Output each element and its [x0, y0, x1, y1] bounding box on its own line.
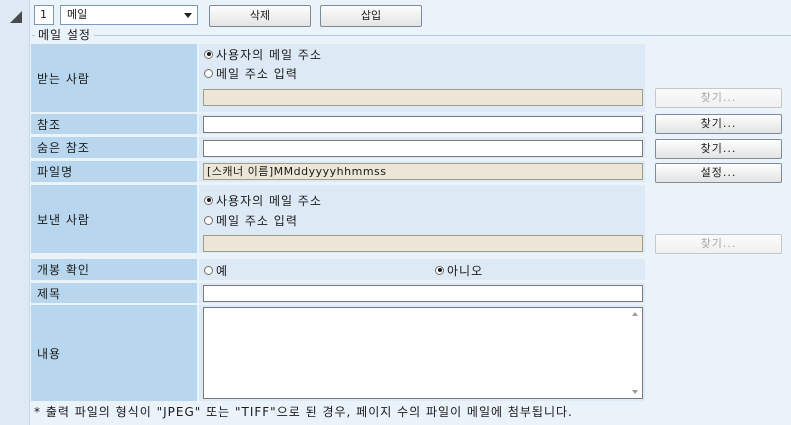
- bcc-label: 숨은 참조: [31, 137, 197, 158]
- from-option-user[interactable]: 사용자의 메일 주소: [204, 191, 322, 209]
- footnote: * 출력 파일의 형식이 "JPEG" 또는 "TIFF"으로 된 경우, 페이…: [34, 405, 573, 419]
- from-label: 보낸 사람: [31, 185, 197, 253]
- left-gutter: [0, 0, 30, 425]
- to-radio-user[interactable]: [204, 49, 213, 59]
- filename-settings-button[interactable]: 설정...: [655, 163, 782, 183]
- group-title: 메일 설정: [35, 28, 94, 42]
- to-address-value: [204, 91, 207, 104]
- read-receipt-radio-yes[interactable]: [204, 265, 213, 275]
- destination-select-value: 메일: [67, 8, 88, 21]
- read-receipt-yes-label: 예: [216, 263, 229, 278]
- gutter-divider: [29, 0, 30, 425]
- read-receipt-label: 개봉 확인: [31, 259, 197, 280]
- to-option-user[interactable]: 사용자의 메일 주소: [204, 45, 322, 63]
- cc-value: [204, 118, 207, 131]
- cc-input[interactable]: [203, 116, 643, 133]
- body-label: 내용: [31, 305, 197, 401]
- filename-value: [스캐너 이름]MMddyyyyhhmmss: [207, 165, 387, 178]
- filename-label: 파일명: [31, 161, 197, 182]
- from-option-user-label: 사용자의 메일 주소: [216, 193, 322, 208]
- filename-input: [스캐너 이름]MMddyyyyhhmmss: [203, 163, 643, 180]
- bcc-value: [204, 142, 207, 155]
- from-find-button[interactable]: 찾기...: [655, 234, 782, 254]
- delete-button[interactable]: 삭제: [209, 5, 311, 27]
- insert-button[interactable]: 삽입: [320, 5, 422, 27]
- collapse-triangle-icon[interactable]: [10, 11, 22, 23]
- to-option-enter-label: 메일 주소 입력: [216, 66, 298, 81]
- from-radio-user[interactable]: [204, 195, 213, 205]
- read-receipt-no-label: 아니오: [447, 263, 484, 278]
- subject-value: [204, 287, 207, 300]
- to-option-enter[interactable]: 메일 주소 입력: [204, 64, 298, 82]
- read-receipt-value-cell: 예 아니오: [199, 259, 645, 280]
- read-receipt-yes[interactable]: 예: [204, 261, 228, 279]
- chevron-down-icon: [184, 13, 192, 18]
- from-address-value: [204, 237, 207, 250]
- read-receipt-no[interactable]: 아니오: [435, 261, 483, 279]
- to-label: 받는 사람: [31, 44, 197, 112]
- subject-input[interactable]: [203, 285, 643, 302]
- to-option-user-label: 사용자의 메일 주소: [216, 47, 322, 62]
- from-address-input[interactable]: [203, 235, 643, 252]
- body-textarea[interactable]: [203, 307, 643, 399]
- from-option-enter[interactable]: 메일 주소 입력: [204, 211, 298, 229]
- cc-find-button[interactable]: 찾기...: [655, 114, 782, 134]
- scroll-up-icon[interactable]: [632, 312, 638, 316]
- to-radio-enter[interactable]: [204, 68, 213, 78]
- to-find-button[interactable]: 찾기...: [655, 88, 782, 108]
- destination-select[interactable]: 메일: [60, 5, 198, 25]
- from-radio-enter[interactable]: [204, 215, 213, 225]
- from-option-enter-label: 메일 주소 입력: [216, 213, 298, 228]
- cc-label: 참조: [31, 114, 197, 134]
- read-receipt-radio-no[interactable]: [435, 265, 444, 275]
- bcc-input[interactable]: [203, 140, 643, 157]
- group-border: [32, 35, 791, 36]
- item-index: 1: [34, 5, 54, 25]
- scroll-down-icon[interactable]: [632, 390, 638, 394]
- to-address-input[interactable]: [203, 89, 643, 106]
- bcc-find-button[interactable]: 찾기...: [655, 139, 782, 159]
- subject-label: 제목: [31, 283, 197, 303]
